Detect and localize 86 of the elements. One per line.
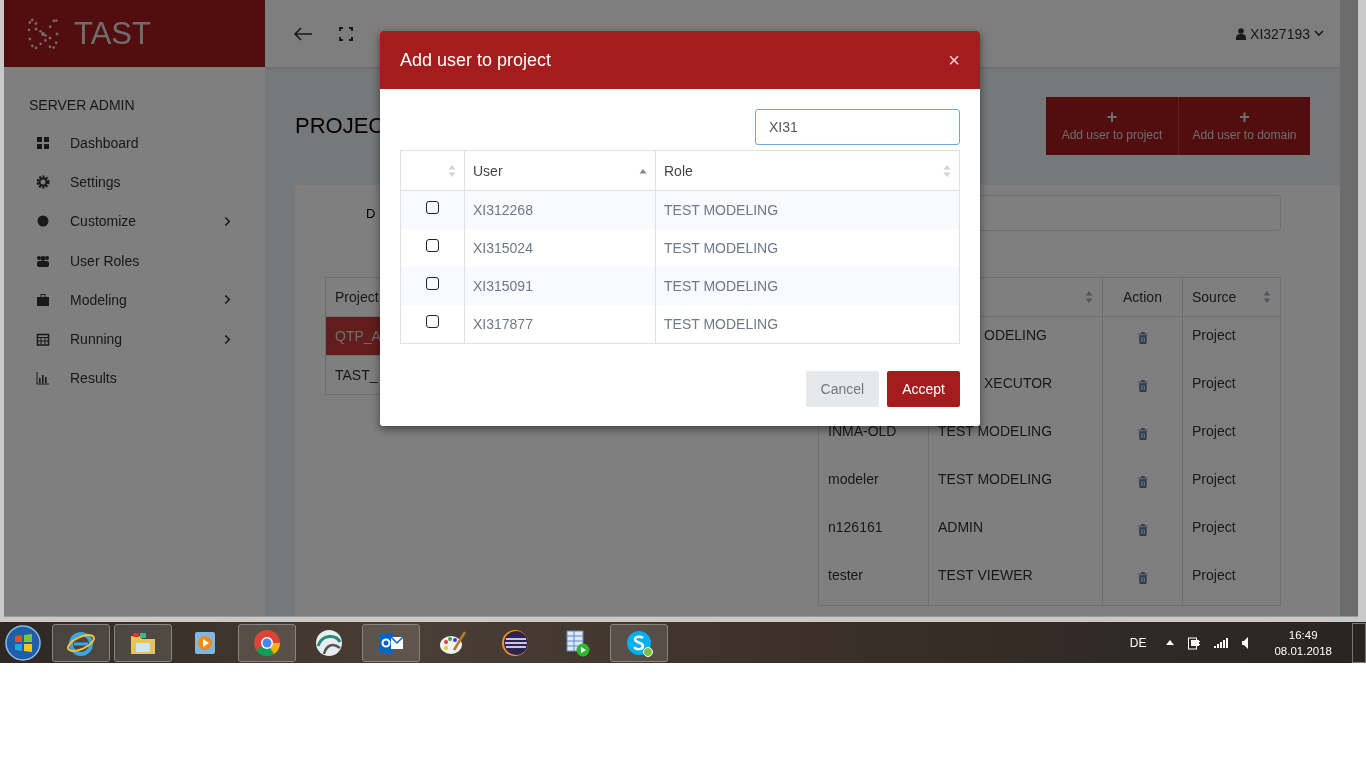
sidebar-item[interactable]: Results xyxy=(4,358,265,399)
row-checkbox[interactable] xyxy=(426,238,439,252)
table-cell: n126161 xyxy=(828,519,883,535)
taskbar-button[interactable] xyxy=(362,623,420,662)
speaker-icon[interactable] xyxy=(1242,636,1249,649)
table-cell: TEST MODELING xyxy=(664,240,779,256)
taskbar-button[interactable] xyxy=(238,623,296,662)
cancel-button[interactable]: Cancel xyxy=(805,371,880,407)
table-cell: XI312268 xyxy=(473,202,533,218)
row-checkbox[interactable] xyxy=(426,200,439,214)
language-indicator[interactable]: DE xyxy=(1129,635,1147,650)
trash-icon[interactable] xyxy=(1137,380,1148,392)
table-cell: Project xyxy=(1192,375,1236,391)
trash-icon[interactable] xyxy=(1137,572,1148,584)
table-cell: modeler xyxy=(828,471,879,487)
sidebar-item[interactable]: Customize xyxy=(4,201,265,241)
table-cell: Project xyxy=(1192,423,1236,439)
table-cell: TEST MODELING xyxy=(938,423,1053,439)
chevron-right-icon xyxy=(224,333,231,345)
sidebar-item[interactable]: Settings xyxy=(4,162,265,202)
table-cell: Project xyxy=(1192,327,1236,343)
table-cell: TEST VIEWER xyxy=(938,567,1033,583)
scrollbar[interactable] xyxy=(1340,0,1358,617)
taskbar-button[interactable] xyxy=(114,623,172,662)
column-header[interactable]: Role xyxy=(655,151,959,190)
row-checkbox[interactable] xyxy=(426,314,439,328)
taskbar-button[interactable] xyxy=(52,623,110,662)
chart-icon xyxy=(36,371,50,386)
close-button[interactable]: × xyxy=(948,48,960,72)
chrome-icon xyxy=(252,627,282,658)
chevron-right-icon xyxy=(224,294,231,306)
briefcase-icon xyxy=(36,292,50,307)
accept-button[interactable]: Accept xyxy=(887,371,960,407)
dashboard-icon xyxy=(36,135,50,150)
sidebar-item[interactable]: Running xyxy=(4,319,265,359)
table-cell: Project xyxy=(1192,567,1236,583)
column-header[interactable]: Action xyxy=(1102,278,1182,316)
filter-label: D xyxy=(366,205,376,221)
taskbar-button[interactable] xyxy=(610,623,668,662)
user-icon xyxy=(1236,27,1247,40)
sidebar-item[interactable]: Modeling xyxy=(4,280,265,320)
search-field[interactable]: XI31 xyxy=(755,109,960,145)
trash-icon[interactable] xyxy=(1137,476,1148,488)
table-cell: TEST MODELING xyxy=(664,202,779,218)
column-header[interactable]: Source xyxy=(1182,278,1280,316)
chevron-right-icon xyxy=(224,215,231,227)
calendar-icon xyxy=(36,332,50,347)
signal-icon[interactable] xyxy=(1214,637,1229,648)
page-title: PROJEC xyxy=(295,113,385,139)
user-menu[interactable]: XI327193 xyxy=(1236,25,1324,42)
app-logo: TAST xyxy=(74,15,151,52)
table-cell: TEST MODELING xyxy=(664,316,779,332)
table-cell: ODELING xyxy=(984,327,1047,343)
eclipse-icon xyxy=(500,627,530,658)
sidebar-item[interactable]: Dashboard xyxy=(4,123,265,163)
add-user-button[interactable]: + Add user to domain xyxy=(1178,97,1310,155)
back-arrow-icon[interactable] xyxy=(293,25,313,42)
globe-icon xyxy=(314,627,344,658)
power-plug-icon[interactable] xyxy=(1188,635,1201,650)
user-name: XI327193 xyxy=(1250,25,1310,42)
trash-icon[interactable] xyxy=(1137,332,1148,344)
table-cell: TEST MODELING xyxy=(664,278,779,294)
show-desktop-button[interactable] xyxy=(1352,622,1366,663)
column-header[interactable]: User xyxy=(464,151,655,190)
chevron-down-icon xyxy=(1314,30,1324,37)
table-cell: Project xyxy=(1192,519,1236,535)
table-cell: ADMIN xyxy=(938,519,984,535)
table-cell: XECUTOR xyxy=(984,375,1053,391)
table-cell: TEST MODELING xyxy=(938,471,1053,487)
dialog-title: Add user to project xyxy=(400,49,553,71)
table-cell: tester xyxy=(828,567,863,583)
sidebar-heading: SERVER ADMIN xyxy=(29,97,136,113)
triangle-up-icon[interactable] xyxy=(1166,640,1175,646)
table-cell: XI315024 xyxy=(473,240,533,256)
table-cell: INMA-OLD xyxy=(828,423,897,439)
start-button[interactable] xyxy=(5,624,41,661)
settings-icon xyxy=(36,174,50,189)
fullscreen-icon[interactable] xyxy=(339,26,353,41)
trash-icon[interactable] xyxy=(1137,428,1148,440)
table-cell: Project xyxy=(1192,471,1236,487)
clock[interactable]: 16:49 08.01.2018 xyxy=(1274,628,1332,657)
row-checkbox[interactable] xyxy=(426,276,439,290)
trash-icon[interactable] xyxy=(1137,524,1148,536)
sidebar-item[interactable]: User Roles xyxy=(4,240,265,281)
table-cell: XI317877 xyxy=(473,316,533,332)
users-icon xyxy=(36,253,50,268)
